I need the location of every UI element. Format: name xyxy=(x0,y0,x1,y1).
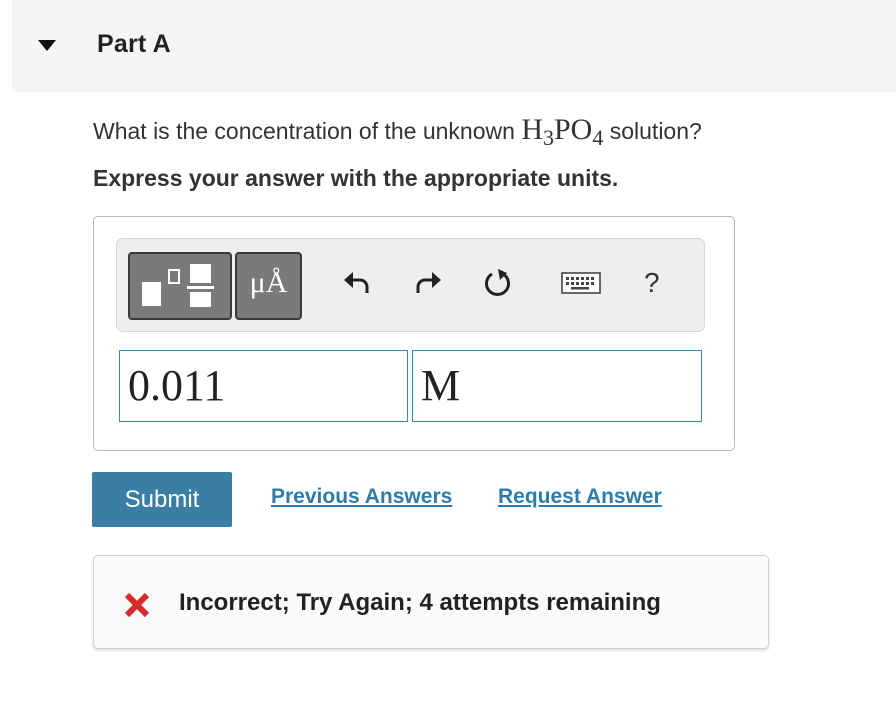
redo-button[interactable] xyxy=(410,265,446,301)
reset-icon xyxy=(485,269,510,296)
math-toolbar: μÅ ? xyxy=(116,238,705,332)
answer-units-input[interactable]: M xyxy=(412,350,702,422)
request-answer-link[interactable]: Request Answer xyxy=(498,485,662,509)
previous-answers-link[interactable]: Previous Answers xyxy=(271,485,452,509)
keyboard-button[interactable] xyxy=(559,265,603,301)
templates-icon xyxy=(142,264,214,307)
chemical-formula: H3PO4 xyxy=(521,113,604,150)
question-text: What is the concentration of the unknown… xyxy=(93,113,702,150)
help-button[interactable]: ? xyxy=(644,267,660,299)
answer-value-input[interactable]: 0.011 xyxy=(119,350,408,422)
reset-button[interactable] xyxy=(479,265,515,301)
submit-button[interactable]: Submit xyxy=(92,472,232,527)
undo-icon xyxy=(344,272,369,293)
x-mark-icon xyxy=(124,592,150,618)
keyboard-icon xyxy=(561,272,601,294)
answer-panel: μÅ ? 0.011 M xyxy=(93,216,735,451)
question-suffix: solution? xyxy=(603,118,702,144)
caret-down-icon[interactable] xyxy=(38,40,56,51)
feedback-box: Incorrect; Try Again; 4 attempts remaini… xyxy=(93,555,769,649)
units-button[interactable]: μÅ xyxy=(235,252,302,320)
redo-icon xyxy=(416,272,441,293)
units-label: μÅ xyxy=(249,266,288,299)
answer-instruction: Express your answer with the appropriate… xyxy=(93,165,619,191)
undo-button[interactable] xyxy=(339,265,375,301)
templates-button[interactable] xyxy=(128,252,232,320)
feedback-message: Incorrect; Try Again; 4 attempts remaini… xyxy=(179,589,661,616)
part-title: Part A xyxy=(97,30,171,58)
question-prefix: What is the concentration of the unknown xyxy=(93,118,522,144)
